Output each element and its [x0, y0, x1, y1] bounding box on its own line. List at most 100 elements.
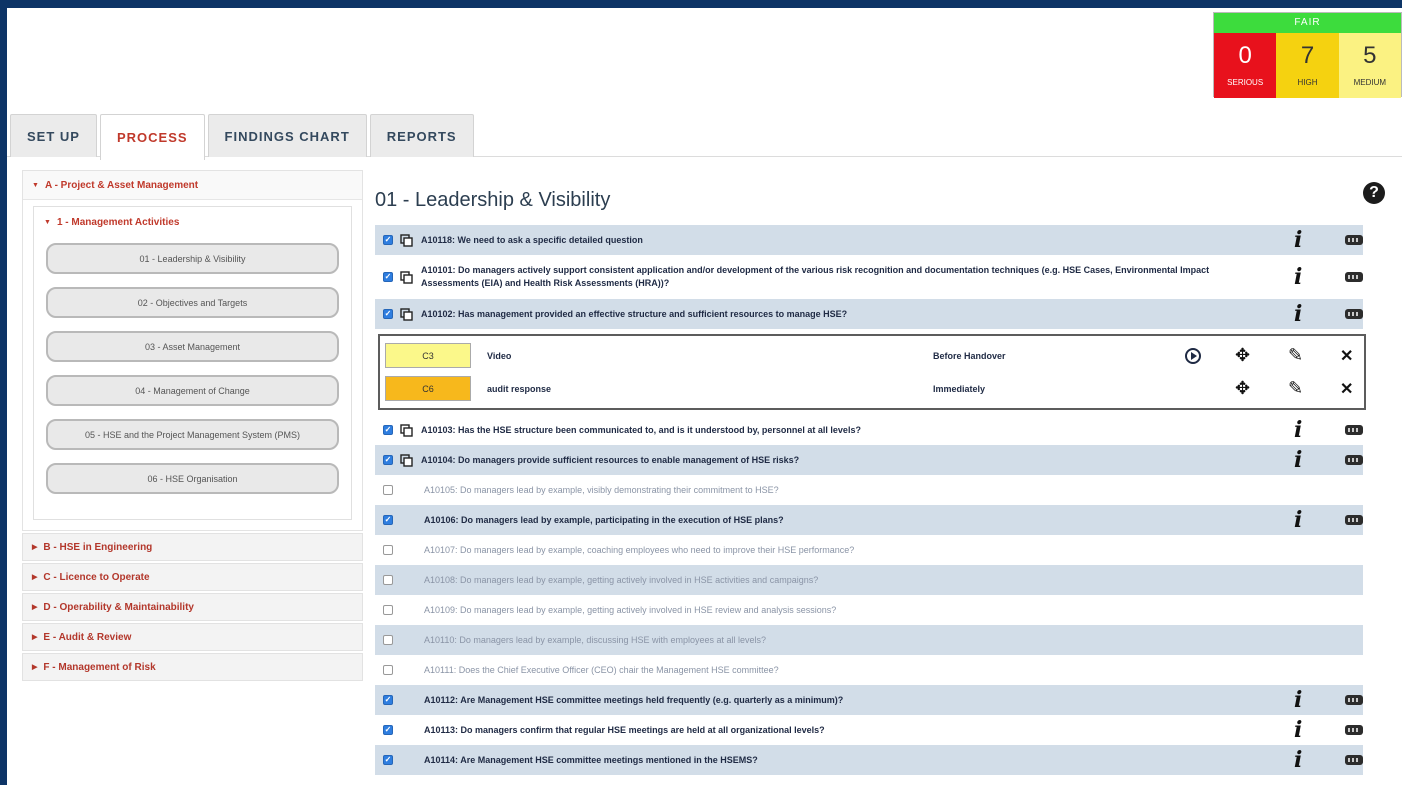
sidebar-item-hse-organisation[interactable]: 06 - HSE Organisation	[46, 463, 339, 494]
section-d-header[interactable]: ▶ D - Operability & Maintainability	[22, 593, 363, 621]
info-icon[interactable]: i	[1294, 447, 1302, 473]
caret-down-icon: ▼	[32, 181, 39, 189]
medium-value: 5	[1363, 42, 1377, 69]
checkbox[interactable]	[383, 545, 393, 555]
section-f-header[interactable]: ▶ F - Management of Risk	[22, 653, 363, 681]
caret-right-icon: ▶	[32, 544, 38, 551]
info-icon[interactable]: i	[1294, 227, 1302, 253]
score-status: FAIR	[1214, 13, 1401, 33]
help-icon[interactable]: ?	[1363, 182, 1385, 204]
move-icon[interactable]: ✥	[1235, 345, 1250, 366]
serious-count: 0 SERIOUS	[1214, 33, 1277, 98]
checkbox[interactable]: ✓	[383, 425, 393, 435]
high-label: HIGH	[1297, 78, 1318, 87]
serious-value: 0	[1238, 42, 1252, 69]
high-value: 7	[1300, 42, 1315, 69]
copy-icon[interactable]	[400, 270, 413, 284]
page-title: 01 - Leadership & Visibility	[375, 189, 611, 211]
checkbox[interactable]	[383, 635, 393, 645]
question-row: ✓ A10104: Do managers provide sufficient…	[375, 445, 1363, 475]
checkbox[interactable]	[383, 665, 393, 675]
copy-icon[interactable]	[400, 307, 413, 321]
copy-icon[interactable]	[400, 233, 413, 247]
comment-icon[interactable]	[1345, 455, 1363, 465]
main-tabs: SET UP PROCESS FINDINGS CHART REPORTS	[10, 114, 477, 160]
sidebar-item-management-of-change[interactable]: 04 - Management of Change	[46, 375, 339, 406]
move-icon[interactable]: ✥	[1235, 378, 1250, 399]
question-row: A10111: Does the Chief Executive Officer…	[375, 655, 1363, 685]
high-count: 7 HIGH	[1276, 33, 1339, 98]
sidebar-item-leadership[interactable]: 01 - Leadership & Visibility	[46, 243, 339, 274]
question-row: ✓ A10118: We need to ask a specific deta…	[375, 225, 1363, 255]
sidebar-item-objectives[interactable]: 02 - Objectives and Targets	[46, 287, 339, 318]
delete-icon[interactable]: ✕	[1340, 379, 1353, 399]
question-row: A10107: Do managers lead by example, coa…	[375, 535, 1363, 565]
question-row: ✓ A10103: Has the HSE structure been com…	[375, 415, 1363, 445]
checkbox[interactable]: ✓	[383, 309, 393, 319]
caret-right-icon: ▶	[32, 634, 38, 641]
checkbox[interactable]: ✓	[383, 695, 393, 705]
checkbox[interactable]: ✓	[383, 515, 393, 525]
checkbox[interactable]: ✓	[383, 272, 393, 282]
question-text: A10108: Do managers lead by example, get…	[424, 574, 819, 585]
action-title: Video	[487, 350, 512, 361]
question-text: A10105: Do managers lead by example, vis…	[424, 484, 779, 495]
section-b-header[interactable]: ▶ B - HSE in Engineering	[22, 533, 363, 561]
comment-icon[interactable]	[1345, 515, 1363, 525]
section-b-label: B - HSE in Engineering	[43, 541, 153, 553]
info-icon[interactable]: i	[1294, 687, 1302, 713]
question-row: A10108: Do managers lead by example, get…	[375, 565, 1363, 595]
question-row: A10110: Do managers lead by example, dis…	[375, 625, 1363, 655]
comment-icon[interactable]	[1345, 425, 1363, 435]
actions-panel: C3 Video Before Handover ✥ ✎ ✕ C6 audit …	[378, 334, 1366, 410]
section-c-header[interactable]: ▶ C - Licence to Operate	[22, 563, 363, 591]
question-text: A10104: Do managers provide sufficient r…	[421, 454, 800, 465]
comment-icon[interactable]	[1345, 309, 1363, 319]
subsection-1-label: 1 - Management Activities	[56, 216, 180, 228]
comment-icon[interactable]	[1345, 695, 1363, 705]
comment-icon[interactable]	[1345, 725, 1363, 735]
checkbox[interactable]	[383, 575, 393, 585]
tab-findings-chart[interactable]: FINDINGS CHART	[207, 114, 367, 157]
delete-icon[interactable]: ✕	[1340, 346, 1353, 366]
checkbox[interactable]: ✓	[383, 235, 393, 245]
question-text: A10102: Has management provided an effec…	[421, 308, 848, 319]
action-row: C6 audit response Immediately ✥ ✎ ✕	[385, 372, 1359, 405]
edit-icon[interactable]: ✎	[1288, 378, 1303, 399]
sidebar-item-hse-pms[interactable]: 05 - HSE and the Project Management Syst…	[46, 419, 339, 450]
comment-icon[interactable]	[1345, 755, 1363, 765]
question-text: A10106: Do managers lead by example, par…	[424, 514, 784, 525]
section-f-label: F - Management of Risk	[43, 661, 156, 673]
medium-label: MEDIUM	[1353, 78, 1387, 87]
copy-icon[interactable]	[400, 453, 413, 467]
section-a-header[interactable]: ▼ A - Project & Asset Management	[23, 171, 362, 199]
sidebar-item-asset-management[interactable]: 03 - Asset Management	[46, 331, 339, 362]
question-row: ✓ A10106: Do managers lead by example, p…	[375, 505, 1363, 535]
subsection-1: ▼ 1 - Management Activities 01 - Leaders…	[33, 206, 352, 520]
play-icon[interactable]	[1185, 347, 1201, 364]
copy-icon[interactable]	[400, 423, 413, 437]
checkbox[interactable]: ✓	[383, 725, 393, 735]
info-icon[interactable]: i	[1294, 417, 1302, 443]
info-icon[interactable]: i	[1294, 717, 1302, 743]
comment-icon[interactable]	[1345, 235, 1363, 245]
info-icon[interactable]: i	[1294, 507, 1302, 533]
tab-process[interactable]: PROCESS	[99, 114, 205, 160]
comment-icon[interactable]	[1345, 272, 1363, 282]
edit-icon[interactable]: ✎	[1288, 345, 1303, 366]
question-row: ✓ A10114: Are Management HSE committee m…	[375, 745, 1363, 775]
question-row: ✓ A10101: Do managers actively support c…	[375, 255, 1363, 299]
checkbox[interactable]: ✓	[383, 455, 393, 465]
info-icon[interactable]: i	[1294, 301, 1302, 327]
subsection-1-header[interactable]: ▼ 1 - Management Activities	[34, 207, 351, 237]
section-e-header[interactable]: ▶ E - Audit & Review	[22, 623, 363, 651]
info-icon[interactable]: i	[1294, 747, 1302, 773]
checkbox[interactable]	[383, 485, 393, 495]
info-icon[interactable]: i	[1294, 264, 1302, 290]
tab-set-up[interactable]: SET UP	[10, 114, 97, 157]
checkbox[interactable]: ✓	[383, 755, 393, 765]
question-text: A10112: Are Management HSE committee mee…	[424, 694, 844, 705]
checkbox[interactable]	[383, 605, 393, 615]
tab-reports[interactable]: REPORTS	[369, 114, 474, 157]
action-title: audit response	[487, 383, 552, 394]
